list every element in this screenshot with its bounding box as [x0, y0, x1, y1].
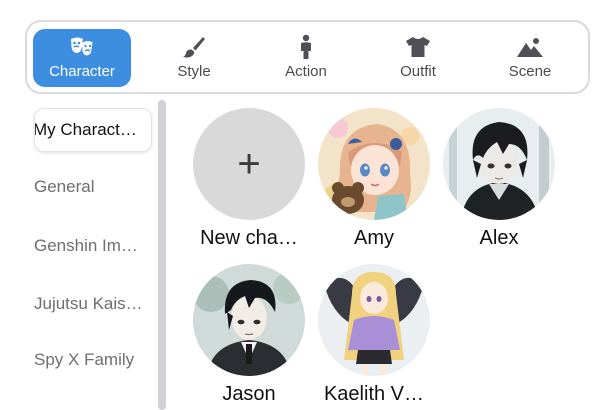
character-avatar[interactable]	[443, 108, 555, 220]
character-avatar[interactable]	[193, 264, 305, 376]
character-name: New cha…	[200, 227, 298, 249]
sidebar-item-label: General	[34, 177, 95, 196]
character-name: Kaelith V…	[323, 383, 425, 405]
character-card-alex[interactable]: Alex	[436, 108, 562, 258]
character-card-amy[interactable]: Amy	[311, 108, 437, 258]
category-tab-bar: Character Style Action Outfit Scene	[25, 20, 590, 94]
shirt-icon	[405, 35, 431, 59]
sidebar-item-genshin-impact[interactable]: Genshin Im…	[34, 224, 152, 268]
brush-icon	[182, 35, 206, 59]
character-card-jason[interactable]: Jason	[186, 264, 312, 410]
sidebar-item-label: Genshin Im…	[34, 236, 138, 255]
character-avatar[interactable]	[318, 108, 430, 220]
character-grid: + New cha… Amy Alex Jason Kaelith V…	[180, 100, 602, 410]
tab-style[interactable]: Style	[145, 29, 243, 87]
tab-action-label: Action	[285, 63, 327, 80]
tab-character-label: Character	[49, 63, 115, 80]
tab-outfit[interactable]: Outfit	[369, 29, 467, 87]
character-name: Amy	[354, 227, 394, 249]
character-avatar[interactable]	[318, 264, 430, 376]
sidebar-item-label: Spy X Family	[34, 350, 135, 369]
plus-icon: +	[237, 142, 261, 186]
sidebar-item-spy-x-family[interactable]: Spy X Family	[34, 338, 152, 382]
character-card-kaelith[interactable]: Kaelith V…	[311, 264, 437, 410]
tab-character[interactable]: Character	[33, 29, 131, 87]
tab-action[interactable]: Action	[257, 29, 355, 87]
tab-style-label: Style	[177, 63, 211, 80]
tab-scene-label: Scene	[508, 63, 552, 80]
sidebar-item-jujutsu-kaisen[interactable]: Jujutsu Kais…	[34, 282, 152, 326]
sidebar-item-label: My Charact…	[34, 120, 137, 139]
tab-outfit-label: Outfit	[400, 63, 436, 80]
new-character-card[interactable]: + New cha…	[186, 108, 312, 258]
mountain-icon	[516, 35, 544, 59]
tab-scene[interactable]: Scene	[481, 29, 579, 87]
sidebar-scrollbar[interactable]	[158, 100, 166, 410]
sidebar-item-general[interactable]: General	[34, 165, 152, 209]
character-name: Alex	[479, 227, 519, 249]
masks-icon	[69, 35, 95, 59]
sidebar-item-label: Jujutsu Kais…	[34, 294, 143, 313]
character-name: Jason	[222, 383, 276, 405]
new-character-avatar[interactable]: +	[193, 108, 305, 220]
category-sidebar: My Charact… General Genshin Im… Jujutsu …	[0, 100, 158, 410]
person-icon	[297, 34, 315, 59]
sidebar-item-my-characters[interactable]: My Charact…	[34, 108, 152, 152]
